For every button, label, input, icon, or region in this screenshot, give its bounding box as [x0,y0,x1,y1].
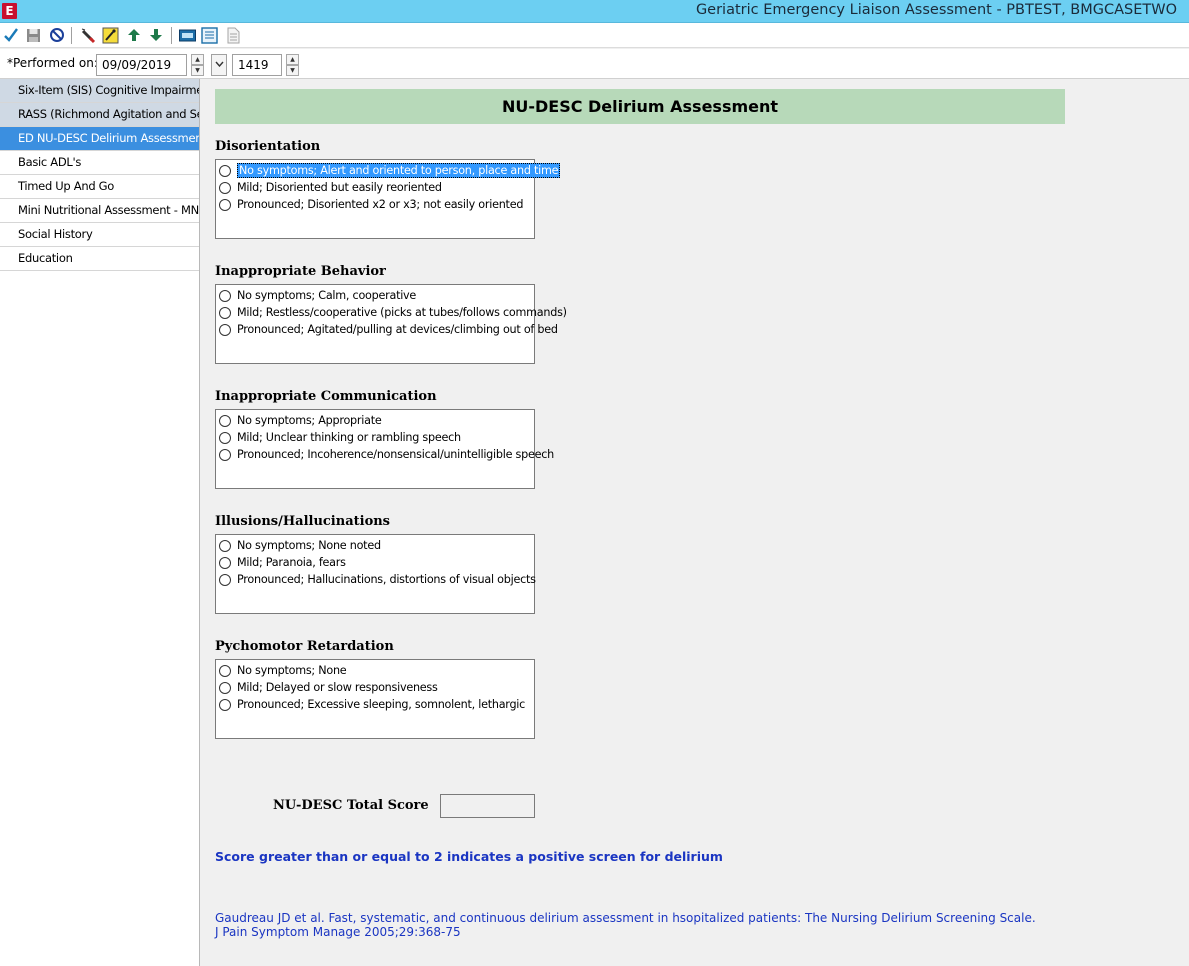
radio-option[interactable]: Mild; Delayed or slow responsiveness [216,679,534,696]
sidebar-item-education[interactable]: Education [0,247,199,271]
radio-option[interactable]: Mild; Disoriented but easily reoriented [216,179,534,196]
sidebar-item-rass[interactable]: RASS (Richmond Agitation and Sedation Sc… [0,103,199,127]
app-icon[interactable]: E [2,3,17,19]
time-spin-up[interactable]: ▲ [286,54,299,65]
radio-button[interactable] [219,289,231,302]
radio-option[interactable]: Pronounced; Disoriented x2 or x3; not ea… [216,196,534,213]
sidebar: Six-Item (SIS) Cognitive Impairment Scre… [0,79,200,966]
reference-line-1: Gaudreau JD et al. Fast, systematic, and… [215,911,1036,925]
radio-option[interactable]: No symptoms; Alert and oriented to perso… [216,162,561,179]
performed-on-label: *Performed on: [7,56,98,70]
radio-button[interactable] [219,556,231,569]
section-label-psychomotor-retardation: Pychomotor Retardation [215,639,394,654]
up-arrow-icon[interactable] [125,26,143,44]
radio-group-illusions-hallucinations: No symptoms; None noted Mild; Paranoia, … [215,534,536,614]
date-dropdown-button[interactable] [211,54,227,76]
option-label: Pronounced; Excessive sleeping, somnolen… [237,698,526,711]
option-label: Mild; Disoriented but easily reoriented [237,181,442,194]
radio-button[interactable] [219,681,231,694]
time-spin-down[interactable]: ▼ [286,65,299,76]
sidebar-item-timed-up-and-go[interactable]: Timed Up And Go [0,175,199,199]
down-arrow-icon[interactable] [147,26,165,44]
option-label: Mild; Unclear thinking or rambling speec… [237,431,461,444]
total-score-label: NU-DESC Total Score [273,798,429,813]
checkmark-icon[interactable] [2,26,20,44]
section-label-disorientation: Disorientation [215,139,321,154]
date-spin-down[interactable]: ▼ [191,65,204,76]
section-label-inappropriate-communication: Inappropriate Communication [215,389,437,404]
calendar-icon[interactable] [200,26,218,44]
option-label: No symptoms; None noted [237,539,381,552]
radio-button[interactable] [219,198,231,211]
radio-button[interactable] [219,431,231,444]
keyboard-icon[interactable] [178,26,196,44]
cancel-icon[interactable] [48,26,66,44]
option-label: No symptoms; Calm, cooperative [237,289,417,302]
option-label: Mild; Restless/cooperative (picks at tub… [237,306,567,319]
sidebar-item-basic-adls[interactable]: Basic ADL's [0,151,199,175]
radio-button[interactable] [219,664,231,677]
sidebar-item-social-history[interactable]: Social History [0,223,199,247]
total-score-field [440,794,535,818]
window-title: Geriatric Emergency Liaison Assessment -… [695,2,1177,18]
radio-option[interactable]: Pronounced; Agitated/pulling at devices/… [216,321,558,338]
performed-on-bar: *Performed on: 09/09/2019 ▲ ▼ 1419 ▲ ▼ [0,49,1189,79]
radio-button[interactable] [219,573,231,586]
radio-option[interactable]: Pronounced; Hallucinations, distortions … [216,571,536,588]
radio-button[interactable] [219,164,231,177]
radio-button[interactable] [219,323,231,336]
edit-icon[interactable] [101,26,119,44]
radio-option[interactable]: No symptoms; None noted [216,537,534,554]
radio-button[interactable] [219,448,231,461]
radio-option[interactable]: No symptoms; Calm, cooperative [216,287,534,304]
option-label: Mild; Paranoia, fears [237,556,346,569]
option-label: Mild; Delayed or slow responsiveness [237,681,438,694]
radio-group-disorientation: No symptoms; Alert and oriented to perso… [215,159,561,239]
chevron-down-icon [214,61,224,68]
option-label: Pronounced; Hallucinations, distortions … [237,573,536,586]
radio-button[interactable] [219,539,231,552]
title-bar: E Geriatric Emergency Liaison Assessment… [0,0,1189,23]
form-title: NU-DESC Delirium Assessment [215,89,1065,124]
radio-option[interactable]: Pronounced; Excessive sleeping, somnolen… [216,696,534,713]
toolbar [0,23,1189,48]
document-icon[interactable] [224,26,242,44]
eraser-icon[interactable] [79,26,97,44]
date-spin-up[interactable]: ▲ [191,54,204,65]
save-icon[interactable] [24,26,42,44]
option-label: Pronounced; Incoherence/nonsensical/unin… [237,448,554,461]
radio-option[interactable]: Pronounced; Incoherence/nonsensical/unin… [216,446,554,463]
reference-line-2: J Pain Symptom Manage 2005;29:368-75 [215,925,461,939]
section-label-illusions-hallucinations: Illusions/Hallucinations [215,514,391,529]
form-content: NU-DESC Delirium Assessment Disorientati… [203,79,1189,966]
option-label: No symptoms; Alert and oriented to perso… [237,163,561,178]
radio-option[interactable]: No symptoms; Appropriate [216,412,534,429]
toolbar-separator [71,27,72,44]
radio-group-psychomotor-retardation: No symptoms; None Mild; Delayed or slow … [215,659,535,739]
radio-group-inappropriate-communication: No symptoms; Appropriate Mild; Unclear t… [215,409,554,489]
option-label: No symptoms; None [237,664,347,677]
sidebar-item-mini-nutritional[interactable]: Mini Nutritional Assessment - MNA [0,199,199,223]
time-field[interactable]: 1419 [232,54,282,76]
radio-option[interactable]: Mild; Restless/cooperative (picks at tub… [216,304,567,321]
radio-option[interactable]: Mild; Unclear thinking or rambling speec… [216,429,534,446]
reference-citation: Gaudreau JD et al. Fast, systematic, and… [215,911,1036,939]
sidebar-item-ed-nu-desc[interactable]: ED NU-DESC Delirium Assessment [0,127,199,151]
positive-screen-note: Score greater than or equal to 2 indicat… [215,849,723,864]
radio-button[interactable] [219,306,231,319]
date-field[interactable]: 09/09/2019 [96,54,187,76]
toolbar-separator [171,27,172,44]
radio-group-inappropriate-behavior: No symptoms; Calm, cooperative Mild; Res… [215,284,567,364]
radio-button[interactable] [219,181,231,194]
option-label: No symptoms; Appropriate [237,414,382,427]
radio-option[interactable]: No symptoms; None [216,662,534,679]
radio-option[interactable]: Mild; Paranoia, fears [216,554,534,571]
radio-button[interactable] [219,414,231,427]
option-label: Pronounced; Disoriented x2 or x3; not ea… [237,198,524,211]
section-label-inappropriate-behavior: Inappropriate Behavior [215,264,386,279]
option-label: Pronounced; Agitated/pulling at devices/… [237,323,558,336]
sidebar-item-six-item-sis[interactable]: Six-Item (SIS) Cognitive Impairment Scre… [0,79,199,103]
radio-button[interactable] [219,698,231,711]
